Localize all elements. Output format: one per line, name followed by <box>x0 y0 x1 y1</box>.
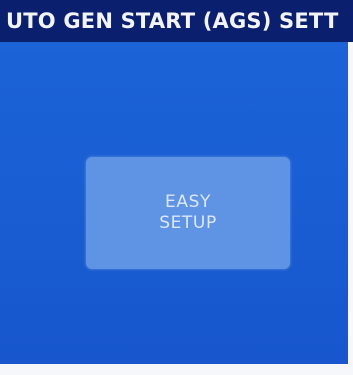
page-title: UTO GEN START (AGS) SETT <box>6 9 339 33</box>
ags-settings-screen: UTO GEN START (AGS) SETT EASY SETUP <box>0 0 353 375</box>
easy-setup-button[interactable]: EASY SETUP <box>86 157 290 269</box>
easy-setup-label-line2: SETUP <box>159 213 217 233</box>
title-bar: UTO GEN START (AGS) SETT <box>0 0 353 42</box>
screen-bezel-right <box>348 42 353 375</box>
easy-setup-label-line1: EASY <box>165 192 211 212</box>
screen-bezel-bottom <box>0 364 353 375</box>
